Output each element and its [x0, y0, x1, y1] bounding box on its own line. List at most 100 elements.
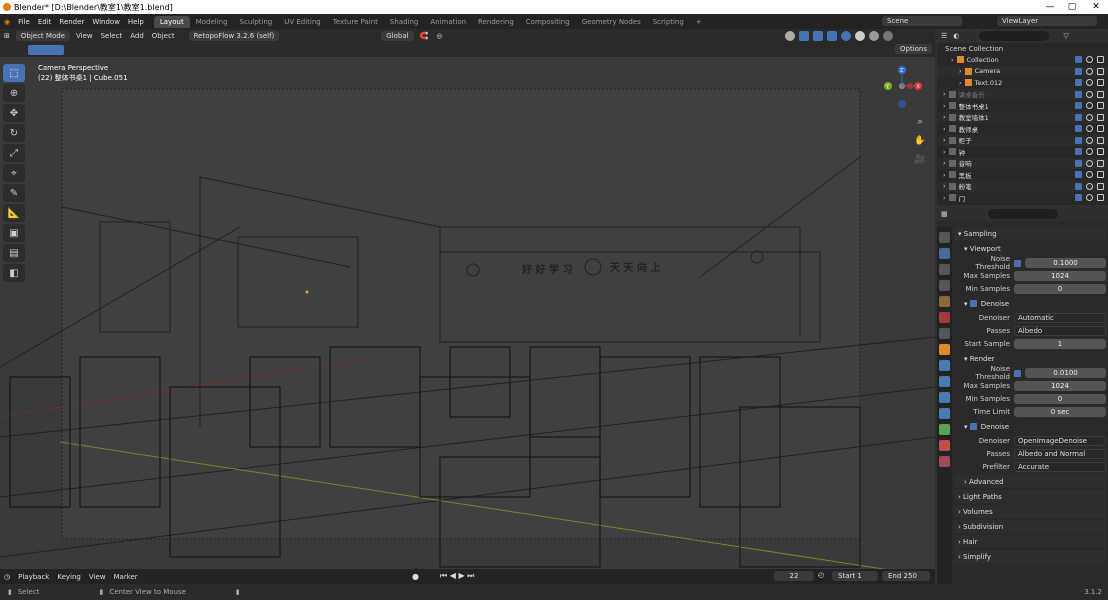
r-denoiser-dropdown[interactable]: OpenImageDenoise	[1014, 436, 1106, 446]
xray-icon[interactable]	[827, 31, 837, 41]
r-denoise-checkbox[interactable]	[969, 423, 977, 430]
outliner-row[interactable]: › Collection	[937, 54, 1108, 66]
data-tab-icon[interactable]	[939, 424, 950, 435]
outliner-row[interactable]: › Text.012	[937, 77, 1108, 89]
exclude-checkbox[interactable]	[1075, 113, 1082, 121]
r-denoise-subsection[interactable]: ▾ Denoise	[954, 420, 1106, 433]
material-tab-icon[interactable]	[939, 440, 950, 451]
texture-tab-icon[interactable]	[939, 456, 950, 467]
maximize-button[interactable]: ▢	[1062, 1, 1082, 13]
physics-tab-icon[interactable]	[939, 392, 950, 403]
eye-icon[interactable]	[1086, 113, 1093, 121]
overlay-toggle-icon[interactable]	[813, 31, 823, 41]
outliner-row[interactable]: › 教师桌	[937, 123, 1108, 135]
tab-compositing[interactable]: Compositing	[520, 16, 576, 28]
solid-shading-icon[interactable]	[855, 31, 865, 41]
current-frame-field[interactable]: 22	[774, 571, 814, 581]
outliner-row[interactable]: › 教室墙体1	[937, 111, 1108, 123]
annotate-tool-icon[interactable]: ✎	[3, 184, 25, 202]
render-camera-icon[interactable]	[1097, 136, 1104, 144]
start-frame-field[interactable]: Start 1	[832, 571, 878, 581]
tab-shading[interactable]: Shading	[384, 16, 424, 28]
outliner-row[interactable]: › 音响	[937, 157, 1108, 169]
menu-add[interactable]: Add	[126, 32, 148, 40]
gizmo-toggle-icon[interactable]	[799, 31, 809, 41]
retopoflow-menu[interactable]: RetopoFlow 3.2.6 (self)	[188, 31, 280, 41]
r-min-samples-field[interactable]: 0	[1014, 394, 1106, 404]
minimize-button[interactable]: —	[1040, 1, 1060, 13]
expand-arrow-icon[interactable]: ›	[943, 171, 946, 179]
expand-arrow-icon[interactable]: ›	[943, 90, 946, 98]
zoom-icon[interactable]: ⌕	[913, 117, 927, 131]
camera-view-icon[interactable]: 🎥	[913, 155, 927, 169]
vp-denoise-checkbox[interactable]	[969, 300, 977, 307]
cursor-tool-icon[interactable]: ⊕	[3, 84, 25, 102]
tab-rendering[interactable]: Rendering	[472, 16, 520, 28]
outliner-row[interactable]: › 整体书桌1	[937, 100, 1108, 112]
exclude-checkbox[interactable]	[1075, 148, 1082, 156]
render-camera-icon[interactable]	[1097, 67, 1104, 75]
move-tool-icon[interactable]: ✥	[3, 104, 25, 122]
3d-viewport[interactable]: 好 好 学 习 天 天 向 上	[0, 57, 935, 569]
expand-arrow-icon[interactable]: ›	[959, 67, 962, 75]
eye-icon[interactable]	[1086, 56, 1093, 64]
eye-icon[interactable]	[1086, 79, 1093, 87]
modifier-tab-icon[interactable]	[939, 360, 950, 371]
eye-icon[interactable]	[1086, 102, 1093, 110]
r-noise-threshold-field[interactable]: 0.0100	[1025, 368, 1106, 378]
tab-layout[interactable]: Layout	[153, 15, 190, 28]
render-camera-icon[interactable]	[1097, 125, 1104, 133]
volumes-section[interactable]: › Volumes	[954, 505, 1106, 518]
outliner-search-input[interactable]	[979, 31, 1050, 41]
viewport-subsection[interactable]: ▾ Viewport	[954, 242, 1106, 255]
record-button[interactable]: ●	[412, 572, 419, 581]
vp-min-samples-field[interactable]: 0	[1014, 284, 1106, 294]
snap-icon[interactable]: 🧲	[416, 32, 433, 40]
scene-tab-icon[interactable]	[939, 296, 950, 307]
render-camera-icon[interactable]	[1097, 56, 1104, 64]
expand-arrow-icon[interactable]: ›	[959, 79, 962, 87]
exclude-checkbox[interactable]	[1075, 102, 1082, 110]
exclude-checkbox[interactable]	[1075, 182, 1082, 190]
r-passes-dropdown[interactable]: Albedo and Normal	[1014, 449, 1106, 459]
end-frame-field[interactable]: End 250	[882, 571, 930, 581]
r-noise-threshold-checkbox[interactable]	[1014, 369, 1021, 377]
visibility-icon[interactable]	[785, 31, 795, 41]
tab-animation[interactable]: Animation	[424, 16, 472, 28]
exclude-checkbox[interactable]	[1075, 159, 1082, 167]
menu-object[interactable]: Object	[148, 32, 179, 40]
eye-icon[interactable]	[1086, 125, 1093, 133]
render-camera-icon[interactable]	[1097, 102, 1104, 110]
expand-arrow-icon[interactable]: ›	[943, 102, 946, 110]
scene-selector[interactable]: Scene	[882, 16, 962, 26]
vp-start-sample-field[interactable]: 1	[1014, 339, 1106, 349]
expand-arrow-icon[interactable]: ›	[943, 182, 946, 190]
exclude-checkbox[interactable]	[1075, 90, 1082, 98]
add-workspace-button[interactable]: +	[690, 16, 708, 28]
hair-section[interactable]: › Hair	[954, 535, 1106, 548]
menu-edit[interactable]: Edit	[34, 18, 56, 26]
properties-editor-icon[interactable]: ▦	[941, 210, 948, 218]
render-camera-icon[interactable]	[1097, 113, 1104, 121]
vp-max-samples-field[interactable]: 1024	[1014, 271, 1106, 281]
eye-icon[interactable]	[1086, 148, 1093, 156]
menu-file[interactable]: File	[14, 18, 34, 26]
light-paths-section[interactable]: › Light Paths	[954, 490, 1106, 503]
world-tab-icon[interactable]	[939, 312, 950, 323]
display-mode-icon[interactable]: ◐	[953, 32, 959, 40]
r-max-samples-field[interactable]: 1024	[1014, 381, 1106, 391]
expand-arrow-icon[interactable]: ›	[943, 194, 946, 202]
exclude-checkbox[interactable]	[1075, 194, 1082, 202]
render-camera-icon[interactable]	[1097, 90, 1104, 98]
output-tab-icon[interactable]	[939, 264, 950, 275]
vp-passes-dropdown[interactable]: Albedo	[1014, 326, 1106, 336]
filter-icon[interactable]: ▽	[1063, 32, 1068, 40]
tab-modeling[interactable]: Modeling	[190, 16, 234, 28]
subdivision-section[interactable]: › Subdivision	[954, 520, 1106, 533]
eye-icon[interactable]	[1086, 67, 1093, 75]
retopoflow-tool-icon[interactable]: ▤	[3, 244, 25, 262]
expand-arrow-icon[interactable]: ›	[943, 136, 946, 144]
render-tab-icon[interactable]	[939, 248, 950, 259]
select-mode-icons[interactable]	[28, 45, 64, 55]
outliner-row[interactable]: › 门	[937, 192, 1108, 204]
